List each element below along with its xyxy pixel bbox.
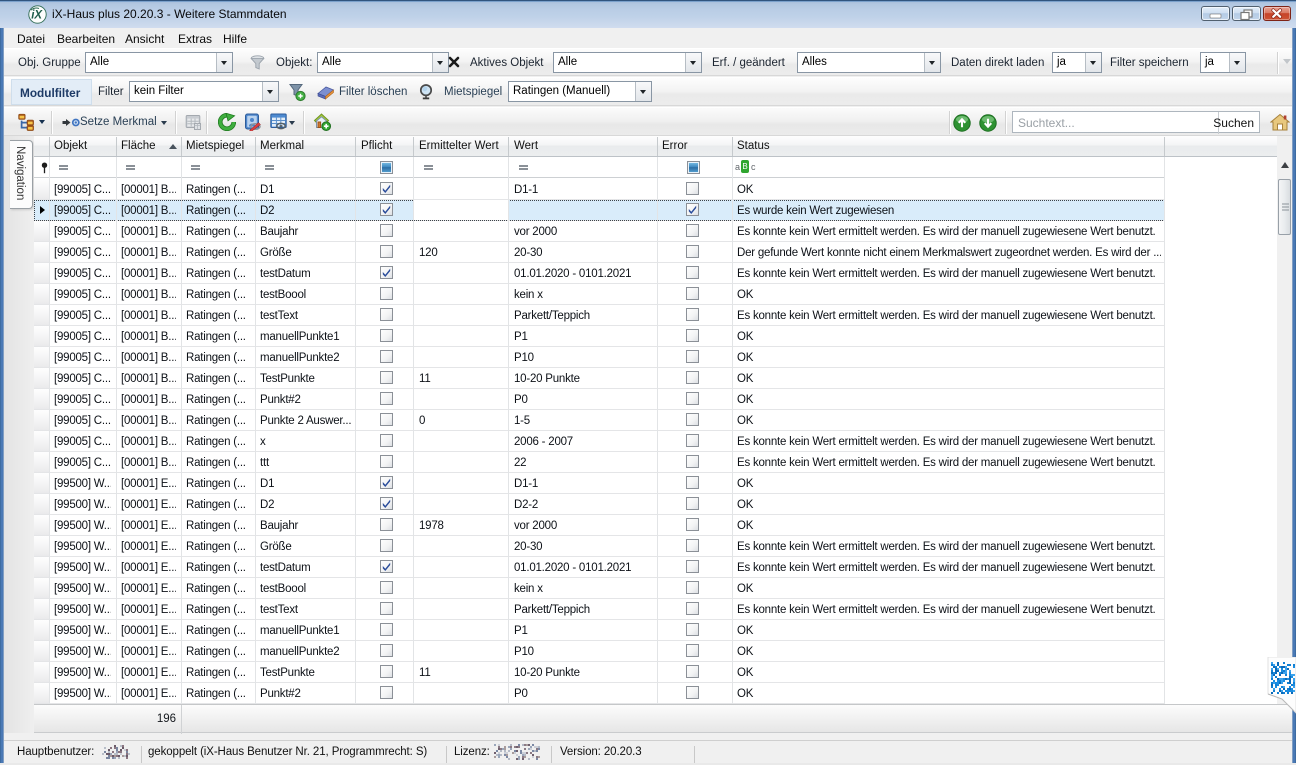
svg-text:iX: iX: [31, 10, 43, 22]
